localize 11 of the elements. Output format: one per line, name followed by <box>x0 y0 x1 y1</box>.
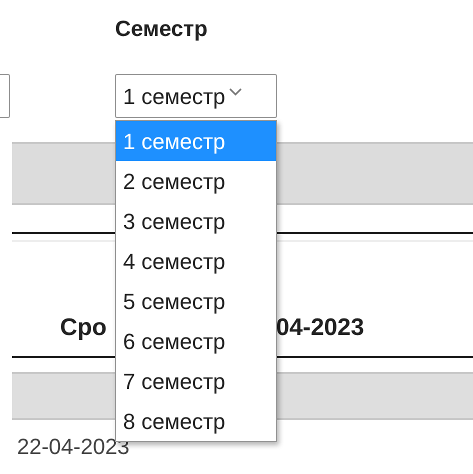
dropdown-option[interactable]: 2 семестр <box>116 161 276 201</box>
chevron-down-icon <box>229 88 242 96</box>
semester-dropdown[interactable]: 1 семестр <box>115 74 277 118</box>
section-heading: Сро <box>60 313 107 343</box>
dropdown-option[interactable]: 3 семестр <box>116 201 276 241</box>
dropdown-option[interactable]: 7 семестр <box>116 361 276 401</box>
section-heading: 04-2023 <box>276 313 364 343</box>
dropdown-option[interactable]: 4 семестр <box>116 241 276 281</box>
field-label: Семестр <box>115 15 208 43</box>
dropdown-option[interactable]: 6 семестр <box>116 321 276 361</box>
dropdown-option[interactable]: 5 семестр <box>116 281 276 321</box>
